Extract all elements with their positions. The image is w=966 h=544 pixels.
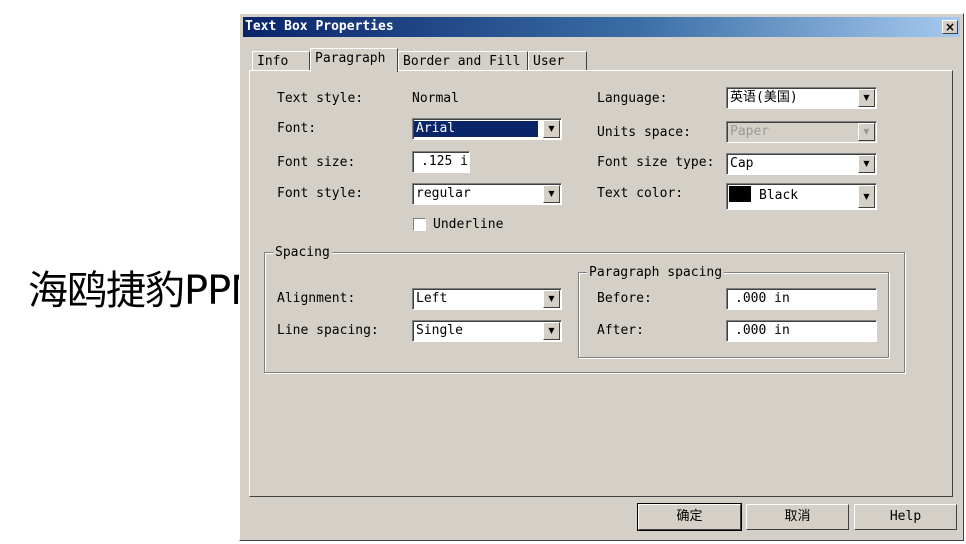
cancel-button[interactable]: 取消 (746, 504, 849, 530)
before-value: .000 in (735, 291, 790, 306)
ok-button[interactable]: 确定 (637, 503, 742, 531)
ok-label: 确定 (676, 509, 703, 524)
units-space-label: Units space: (597, 125, 691, 140)
tab-label: User (533, 54, 565, 69)
language-select[interactable]: 英语(美国) ▼ (726, 87, 877, 109)
font-label: Font: (277, 121, 317, 136)
chevron-down-icon[interactable]: ▼ (858, 155, 875, 173)
dialog-title: Text Box Properties (245, 19, 394, 34)
help-button[interactable]: Help (854, 504, 957, 530)
before-input[interactable]: .000 in (726, 288, 877, 310)
chevron-down-icon[interactable]: ▼ (858, 185, 875, 208)
font-size-input[interactable]: .125 i (412, 151, 470, 173)
font-size-type-label: Font size type: (597, 155, 715, 170)
tab-info[interactable]: Info (252, 51, 310, 71)
tab-label: Info (257, 54, 289, 69)
line-spacing-label: Line spacing: (277, 323, 379, 338)
tab-label: Border and Fill (403, 54, 521, 69)
font-size-value: .125 i (421, 154, 468, 169)
text-color-label: Text color: (597, 186, 684, 201)
line-spacing-select[interactable]: Single ▼ (412, 320, 562, 342)
color-swatch (729, 186, 751, 202)
tab-border-and-fill[interactable]: Border and Fill (398, 51, 528, 71)
font-size-type-select[interactable]: Cap ▼ (726, 153, 877, 175)
chevron-down-icon[interactable]: ▼ (543, 322, 560, 340)
font-select[interactable]: Arial ▼ (412, 118, 562, 140)
cancel-label: 取消 (784, 509, 811, 524)
tab-label: Paragraph (315, 51, 386, 66)
font-style-label: Font style: (277, 186, 364, 201)
before-label: Before: (597, 291, 652, 306)
font-style-select[interactable]: regular ▼ (412, 183, 562, 205)
text-box-properties-dialog: Text Box Properties × Info Paragraph Bor… (239, 13, 964, 541)
help-label: Help (889, 509, 922, 524)
underline-checkbox[interactable] (413, 218, 426, 231)
tab-paragraph[interactable]: Paragraph (310, 48, 398, 72)
after-input[interactable]: .000 in (726, 320, 877, 342)
text-color-value: Black (759, 188, 799, 203)
font-size-label: Font size: (277, 155, 356, 170)
chevron-down-icon[interactable]: ▼ (543, 290, 560, 308)
language-value: 英语(美国) (730, 90, 798, 105)
close-icon: × (944, 20, 956, 34)
alignment-label: Alignment: (277, 291, 356, 306)
background-text: 海鸥捷豹PPM (28, 268, 265, 314)
close-button[interactable]: × (942, 20, 958, 34)
underline-label: Underline (433, 217, 504, 232)
title-bar[interactable]: Text Box Properties × (243, 17, 960, 37)
language-label: Language: (597, 91, 668, 106)
alignment-value: Left (416, 291, 448, 306)
paragraph-spacing-title: Paragraph spacing (587, 265, 725, 280)
tab-user[interactable]: User (528, 51, 587, 71)
text-color-select[interactable]: Black ▼ (726, 183, 877, 210)
font-style-value: regular (416, 186, 471, 201)
after-value: .000 in (735, 323, 790, 338)
text-style-value: Normal (412, 91, 459, 106)
chevron-down-icon[interactable]: ▼ (543, 120, 560, 138)
units-space-select[interactable]: Paper ▼ (726, 121, 877, 143)
alignment-select[interactable]: Left ▼ (412, 288, 562, 310)
spacing-group-title: Spacing (273, 245, 332, 260)
text-style-label: Text style: (277, 91, 364, 106)
font-select-value: Arial (414, 121, 538, 137)
chevron-down-icon: ▼ (858, 123, 875, 141)
chevron-down-icon[interactable]: ▼ (858, 89, 875, 107)
line-spacing-value: Single (416, 323, 463, 338)
after-label: After: (597, 323, 644, 338)
chevron-down-icon[interactable]: ▼ (543, 185, 560, 203)
units-space-value: Paper (730, 124, 770, 139)
font-size-type-value: Cap (730, 156, 754, 171)
paragraph-spacing-group (578, 272, 889, 358)
